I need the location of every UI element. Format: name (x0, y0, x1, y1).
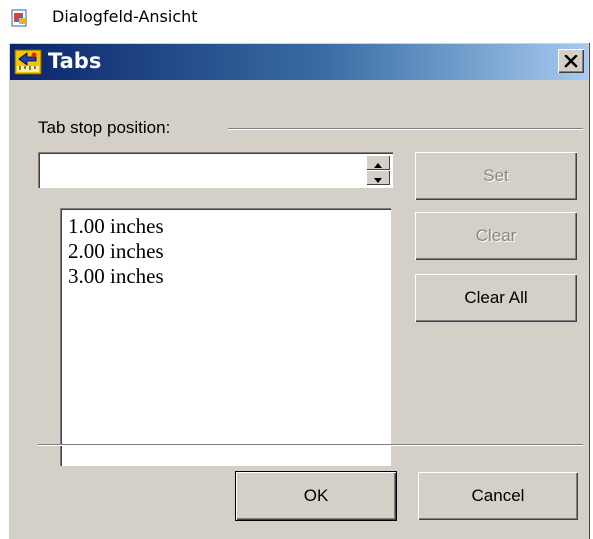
close-icon (564, 54, 578, 68)
spin-buttons (366, 155, 390, 185)
app-header: Dialogfeld-Ansicht (0, 0, 593, 40)
group-divider (228, 128, 583, 130)
cancel-button[interactable]: Cancel (418, 472, 578, 520)
tabs-dialog: Tabs Tab stop position: 1.00 inches 2.00… (8, 42, 590, 539)
clear-all-button[interactable]: Clear All (415, 274, 577, 322)
close-button[interactable] (558, 49, 584, 73)
list-item[interactable]: 1.00 inches (62, 214, 164, 239)
tab-stops-items: 1.00 inches 2.00 inches 3.00 inches (62, 214, 164, 289)
dialog-title: Tabs (48, 49, 102, 73)
arrow-down-icon (374, 168, 382, 187)
list-item[interactable]: 2.00 inches (62, 239, 164, 264)
spin-down-button[interactable] (366, 170, 390, 185)
ok-button[interactable]: OK (236, 472, 396, 520)
app-title: Dialogfeld-Ansicht (52, 7, 198, 26)
tab-stop-position-label: Tab stop position: (38, 118, 179, 138)
tabs-ruler-icon (14, 49, 42, 75)
tab-stop-input[interactable] (42, 156, 358, 186)
tab-stop-spin-field[interactable] (38, 152, 393, 188)
clear-button[interactable]: Clear (415, 212, 577, 260)
dialog-titlebar[interactable]: Tabs (10, 44, 588, 80)
document-icon (11, 9, 29, 27)
list-item[interactable]: 3.00 inches (62, 264, 164, 289)
tab-stops-list[interactable]: 1.00 inches 2.00 inches 3.00 inches (60, 208, 391, 466)
button-separator (38, 444, 583, 446)
set-button[interactable]: Set (415, 152, 577, 200)
